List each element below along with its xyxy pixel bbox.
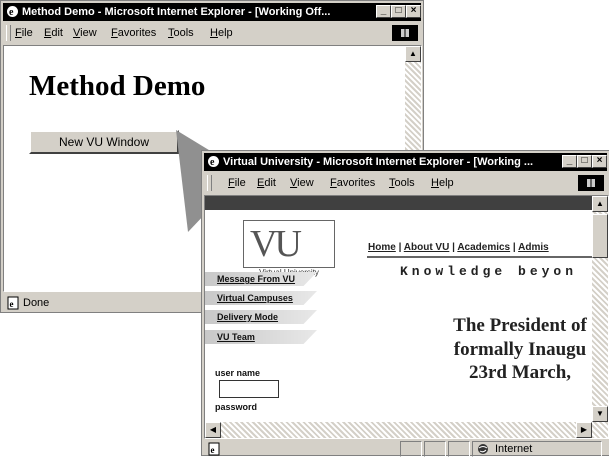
status-bar: e Internet bbox=[204, 440, 607, 458]
scroll-thumb[interactable] bbox=[592, 214, 608, 258]
headline-line-3: 23rd March, bbox=[468, 362, 572, 383]
side-nav-delivery[interactable]: Delivery Mode bbox=[205, 310, 317, 324]
headline-line-1: The President of bbox=[453, 315, 587, 336]
vu-titlebar[interactable]: e Virtual University - Microsoft Interne… bbox=[204, 153, 607, 171]
scroll-down-icon[interactable]: ▼ bbox=[592, 406, 608, 422]
menu-tools[interactable]: Tools bbox=[389, 173, 415, 193]
site-header-band bbox=[205, 196, 592, 210]
nav-home[interactable]: Home bbox=[368, 242, 396, 253]
username-input[interactable] bbox=[219, 380, 279, 398]
ie-icon: e bbox=[6, 5, 19, 18]
window-title: Virtual University - Microsoft Internet … bbox=[223, 156, 534, 168]
top-nav: Home | About VU | Academics | Admis bbox=[368, 242, 549, 253]
scroll-left-icon[interactable]: ◀ bbox=[205, 422, 221, 438]
nav-academics[interactable]: Academics bbox=[457, 242, 510, 253]
toolbar-grip[interactable] bbox=[6, 25, 11, 41]
side-nav-team[interactable]: VU Team bbox=[205, 330, 317, 344]
windows-logo-icon bbox=[578, 175, 604, 191]
vu-window: e Virtual University - Microsoft Interne… bbox=[201, 150, 609, 458]
site-body: VU Virtual University Home | About VU | … bbox=[205, 210, 592, 422]
menu-favorites[interactable]: Favorites bbox=[330, 173, 375, 193]
maximize-button[interactable]: □ bbox=[577, 155, 592, 168]
svg-text:e: e bbox=[210, 157, 215, 168]
nav-about[interactable]: About VU bbox=[404, 242, 450, 253]
status-text: Done bbox=[23, 297, 50, 309]
headline-line-2: formally Inaugu bbox=[453, 339, 587, 360]
menu-help[interactable]: Help bbox=[210, 23, 233, 43]
scroll-up-icon[interactable]: ▲ bbox=[405, 46, 421, 62]
vertical-scrollbar[interactable]: ▲ ▼ bbox=[592, 196, 608, 438]
side-nav-message[interactable]: Message From VU bbox=[205, 272, 317, 286]
minimize-button[interactable]: _ bbox=[376, 5, 391, 18]
page-content: VU Virtual University Home | About VU | … bbox=[204, 195, 609, 439]
window-title: Method Demo - Microsoft Internet Explore… bbox=[22, 6, 331, 18]
page-heading: Method Demo bbox=[29, 70, 206, 102]
svg-text:e: e bbox=[211, 445, 215, 455]
tagline: Knowledge beyon bbox=[400, 264, 578, 279]
menu-help[interactable]: Help bbox=[431, 173, 454, 193]
windows-logo-icon bbox=[392, 25, 418, 41]
scroll-right-icon[interactable]: ▶ bbox=[576, 422, 592, 438]
horizontal-scrollbar[interactable]: ◀ ▶ bbox=[205, 422, 592, 438]
password-label: password bbox=[215, 402, 258, 412]
menu-view[interactable]: View bbox=[73, 23, 97, 43]
menu-file[interactable]: File bbox=[228, 173, 246, 193]
menu-bar: File Edit View Favorites Tools Help bbox=[204, 173, 607, 193]
vu-logo[interactable]: VU bbox=[243, 220, 335, 268]
close-button[interactable]: × bbox=[406, 5, 421, 18]
username-label: user name bbox=[215, 368, 261, 378]
menu-edit[interactable]: Edit bbox=[257, 173, 276, 193]
svg-text:e: e bbox=[10, 299, 14, 309]
menu-view[interactable]: View bbox=[290, 173, 314, 193]
ie-icon: e bbox=[207, 155, 220, 168]
method-demo-titlebar[interactable]: e Method Demo - Microsoft Internet Explo… bbox=[3, 3, 421, 21]
menu-favorites[interactable]: Favorites bbox=[111, 23, 156, 43]
side-nav-campuses[interactable]: Virtual Campuses bbox=[205, 291, 317, 305]
zone-text: Internet bbox=[495, 443, 533, 455]
maximize-button[interactable]: □ bbox=[391, 5, 406, 18]
menu-edit[interactable]: Edit bbox=[44, 23, 63, 43]
new-vu-window-button[interactable]: New VU Window bbox=[29, 130, 179, 154]
menu-bar: File Edit View Favorites Tools Help bbox=[3, 23, 421, 43]
nav-admissions[interactable]: Admis bbox=[518, 242, 549, 253]
toolbar-grip[interactable] bbox=[207, 175, 212, 191]
menu-tools[interactable]: Tools bbox=[168, 23, 194, 43]
minimize-button[interactable]: _ bbox=[562, 155, 577, 168]
menu-file[interactable]: File bbox=[15, 23, 33, 43]
globe-icon bbox=[477, 443, 489, 455]
svg-text:e: e bbox=[9, 7, 14, 18]
page-icon: e bbox=[6, 296, 20, 310]
close-button[interactable]: × bbox=[592, 155, 607, 168]
page-icon: e bbox=[207, 442, 221, 456]
scroll-up-icon[interactable]: ▲ bbox=[592, 196, 608, 212]
nav-divider bbox=[367, 256, 592, 258]
